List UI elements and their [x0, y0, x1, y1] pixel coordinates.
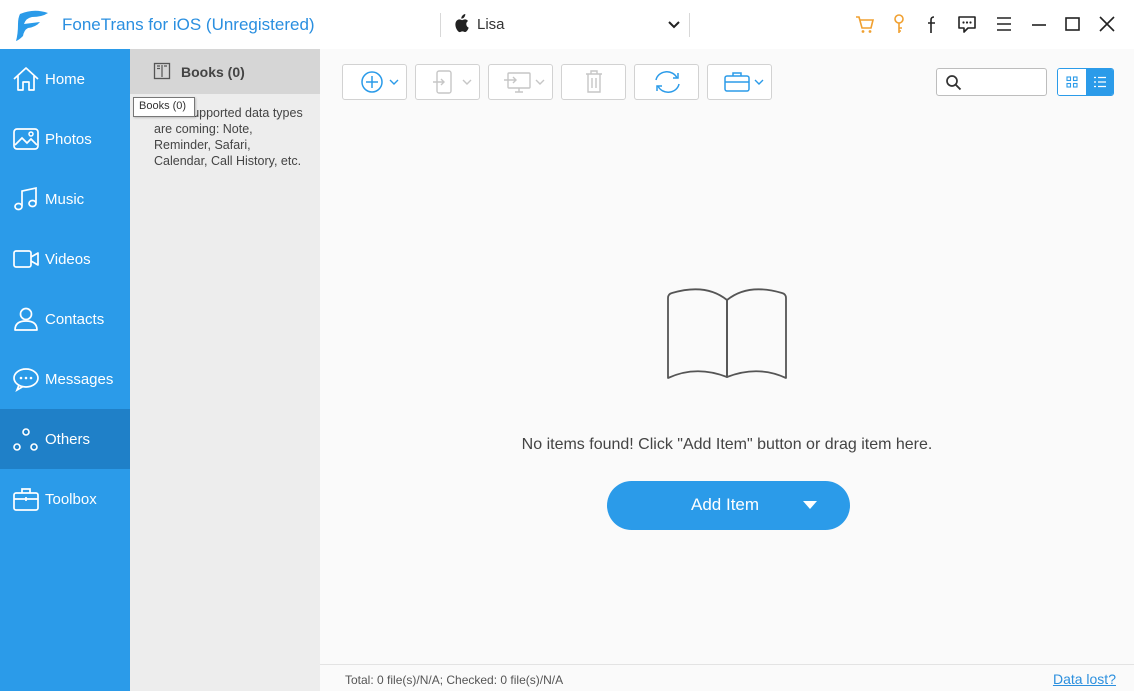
sidebar-item-others[interactable]: Others — [0, 409, 130, 469]
feedback-icon[interactable] — [956, 13, 978, 35]
category-panel: Books (0) More supported data types are … — [130, 49, 320, 691]
menu-icon[interactable] — [993, 13, 1015, 35]
cart-icon[interactable] — [854, 13, 876, 35]
key-icon[interactable] — [888, 13, 910, 35]
refresh-button[interactable] — [634, 64, 699, 100]
sidebar-item-label: Messages — [45, 371, 114, 388]
chevron-down-icon — [668, 21, 680, 29]
title-separator — [440, 13, 441, 37]
grid-view-icon — [1066, 76, 1078, 88]
delete-button[interactable] — [561, 64, 626, 100]
empty-state-message: No items found! Click "Add Item" button … — [521, 436, 933, 453]
sidebar-item-label: Music — [45, 191, 85, 208]
sidebar-item-videos[interactable]: Videos — [0, 229, 130, 289]
sidebar-item-label: Home — [45, 71, 86, 88]
caret-down-icon[interactable] — [803, 501, 817, 510]
messages-icon — [13, 368, 39, 392]
add-icon — [361, 71, 399, 93]
delete-icon — [586, 70, 602, 93]
photos-icon — [13, 128, 39, 150]
toolbox-button[interactable] — [707, 64, 772, 100]
list-view-icon — [1094, 76, 1106, 88]
toolbox-icon — [724, 72, 764, 92]
sidebar-item-photos[interactable]: Photos — [0, 109, 130, 169]
add-button[interactable] — [342, 64, 407, 100]
device-name: Lisa — [477, 16, 505, 33]
contacts-icon — [14, 307, 38, 331]
fonetrans-logo-icon — [16, 10, 48, 41]
grid-view-button[interactable] — [1058, 69, 1086, 95]
close-icon[interactable] — [1096, 13, 1118, 35]
add-item-button[interactable]: Add Item — [607, 481, 850, 530]
sidebar-item-label: Others — [45, 431, 91, 448]
others-icon — [13, 428, 38, 451]
sidebar-item-label: Toolbox — [45, 491, 97, 508]
book-icon — [153, 62, 171, 80]
title-bar: FoneTrans for iOS (Unregistered) Lisa — [0, 0, 1134, 49]
category-title: Books (0) — [181, 64, 245, 80]
status-bar: Total: 0 file(s)/N/A; Checked: 0 file(s)… — [320, 664, 1134, 691]
sidebar-item-home[interactable]: Home — [0, 49, 130, 109]
main-content: No items found! Click "Add Item" button … — [320, 49, 1134, 691]
list-view-button[interactable] — [1086, 69, 1113, 95]
title-separator — [689, 13, 690, 37]
minimize-icon[interactable] — [1028, 13, 1050, 35]
app-title: FoneTrans for iOS (Unregistered) — [62, 15, 315, 34]
export-to-pc-button[interactable] — [488, 64, 553, 100]
videos-icon — [13, 250, 39, 268]
refresh-icon — [655, 71, 680, 93]
sidebar-item-toolbox[interactable]: Toolbox — [0, 469, 130, 529]
export-to-device-icon — [433, 70, 472, 94]
sidebar-item-music[interactable]: Music — [0, 169, 130, 229]
sidebar-item-contacts[interactable]: Contacts — [0, 289, 130, 349]
device-selector[interactable]: Lisa — [451, 10, 687, 40]
sidebar-item-label: Videos — [45, 251, 91, 268]
search-input[interactable] — [968, 73, 1042, 92]
sidebar-item-messages[interactable]: Messages — [0, 349, 130, 409]
sidebar: Home Photos Music Videos Contacts Messag… — [0, 49, 130, 691]
search-box — [936, 68, 1047, 96]
facebook-icon[interactable] — [921, 13, 943, 35]
sidebar-item-label: Photos — [45, 131, 92, 148]
search-icon[interactable] — [945, 74, 962, 91]
status-text: Total: 0 file(s)/N/A; Checked: 0 file(s)… — [345, 673, 564, 687]
home-icon — [13, 67, 39, 91]
open-book-icon — [667, 288, 787, 379]
add-item-label: Add Item — [691, 495, 760, 514]
export-to-pc-icon — [504, 72, 545, 93]
sidebar-item-label: Contacts — [45, 311, 105, 328]
toolbox-icon — [13, 488, 39, 511]
export-to-device-button[interactable] — [415, 64, 480, 100]
category-books[interactable]: Books (0) — [130, 49, 320, 94]
data-lost-link[interactable]: Data lost? — [1053, 671, 1116, 687]
apple-icon — [455, 14, 469, 33]
view-toggle — [1057, 68, 1114, 96]
music-icon — [14, 186, 37, 211]
maximize-icon[interactable] — [1062, 13, 1084, 35]
tooltip: Books (0) — [133, 97, 195, 117]
